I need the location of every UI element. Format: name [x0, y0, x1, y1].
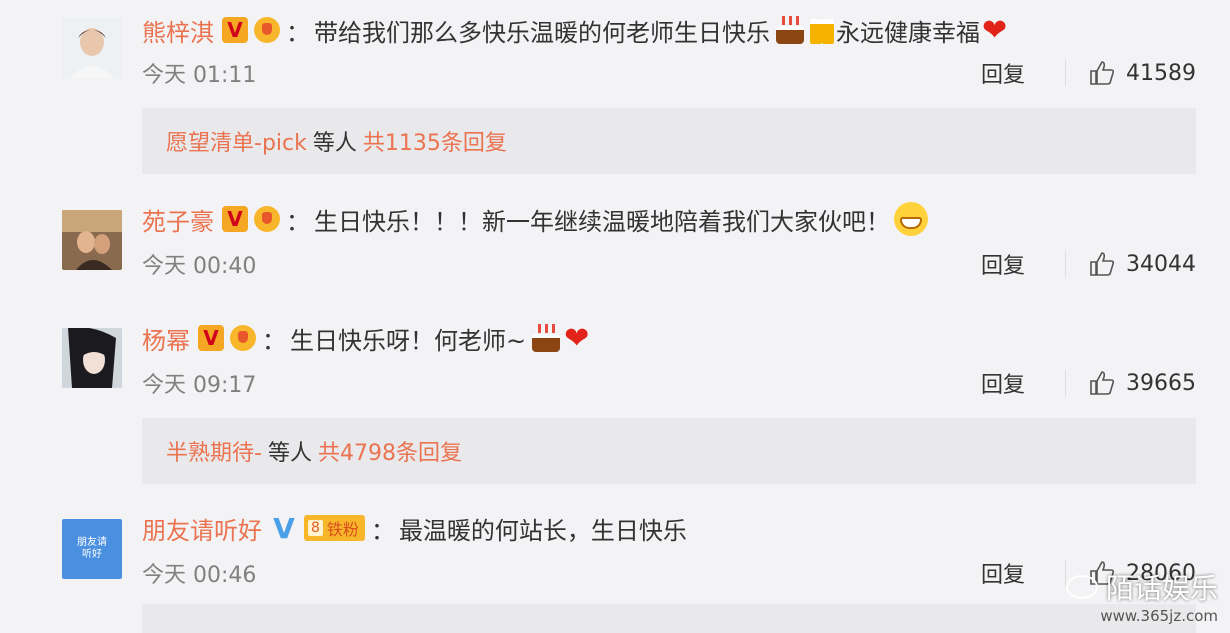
fan-level: 8: [308, 520, 323, 536]
comment-header: 杨幂 V ： 生日快乐呀！何老师~ ❤: [142, 320, 590, 356]
divider: [1065, 251, 1066, 277]
reply-username[interactable]: 愿望清单-pick: [166, 125, 307, 157]
avatar-text: 朋友请听好: [77, 537, 107, 560]
comment-footer: 今天 01:11 回复 41589: [142, 56, 1196, 90]
watermark-url: www.365jz.com: [1100, 607, 1218, 625]
comment-footer: 今天 09:17 回复 39665: [142, 366, 1196, 400]
avatar[interactable]: [62, 328, 122, 388]
replies-etc: 等人: [312, 131, 357, 156]
reply-button[interactable]: 回复: [981, 557, 1025, 589]
like-count: 41589: [1126, 60, 1196, 86]
thumbs-up-icon: [1090, 252, 1115, 276]
like-count: 34044: [1126, 251, 1196, 277]
comment-header: 朋友请听好 V 8 铁粉 ： 最温暖的何站长，生日快乐: [142, 511, 687, 546]
reply-username[interactable]: 半熟期待-: [166, 435, 262, 467]
avatar-image: [62, 210, 122, 270]
replies-count-link[interactable]: 共4798条回复: [318, 435, 462, 467]
divider: [1065, 60, 1066, 86]
comment-text-continued: 永远健康幸福: [836, 18, 980, 47]
like-button[interactable]: 34044: [1088, 250, 1196, 278]
fan-badge-icon: [254, 205, 280, 233]
comment-text: 生日快乐呀！何老师~: [290, 326, 527, 355]
timestamp: 今天 00:46: [142, 563, 257, 588]
verified-badge-icon: V: [222, 17, 248, 43]
comment-footer: 今天 00:40 回复 34044: [142, 247, 1196, 281]
like-button[interactable]: 41589: [1088, 59, 1196, 87]
like-count: 39665: [1126, 370, 1196, 396]
timestamp: 今天 01:11: [142, 63, 257, 88]
heart-emoji-icon: ❤: [564, 320, 590, 356]
thumbs-up-icon: [1090, 371, 1115, 395]
reply-button[interactable]: 回复: [981, 248, 1025, 280]
replies-summary[interactable]: [142, 604, 1196, 633]
comment-text: 带给我们那么多快乐温暖的何老师生日快乐: [314, 18, 770, 47]
reply-button[interactable]: 回复: [981, 57, 1025, 89]
comment-footer: 今天 00:46 回复 28060: [142, 556, 1196, 590]
watermark-logo-icon: [1065, 575, 1098, 599]
avatar[interactable]: [62, 210, 122, 270]
username[interactable]: 苑子豪: [142, 202, 214, 237]
verified-badge-icon: V: [198, 325, 224, 351]
verified-badge-icon: V: [222, 206, 248, 232]
comment-header: 熊梓淇 V ： 带给我们那么多快乐温暖的何老师生日快乐 永远健康幸福 ❤: [142, 12, 1008, 48]
username[interactable]: 杨幂: [142, 321, 190, 356]
fan-badge-icon: [230, 324, 256, 352]
avatar[interactable]: 朋友请听好: [62, 519, 122, 579]
timestamp: 今天 00:40: [142, 254, 257, 279]
replies-count-link[interactable]: 共1135条回复: [363, 125, 507, 157]
heart-emoji-icon: ❤: [982, 12, 1008, 48]
verified-badge-icon: V: [273, 511, 295, 545]
replies-etc: 等人: [267, 441, 312, 466]
avatar-image: [62, 18, 122, 78]
replies-summary[interactable]: 愿望清单-pick 等人 共1135条回复: [142, 108, 1196, 174]
iron-fan-badge: 8 铁粉: [304, 515, 365, 541]
replies-summary[interactable]: 半熟期待- 等人 共4798条回复: [142, 418, 1196, 484]
fan-badge-label: 铁粉: [326, 520, 359, 539]
username[interactable]: 朋友请听好: [142, 511, 262, 546]
watermark: 陌话娱乐 www.365jz.com: [1065, 567, 1218, 625]
avatar[interactable]: [62, 18, 122, 78]
comment-text: 生日快乐！！！新一年继续温暖地陪着我们大家伙吧！: [314, 207, 890, 236]
avatar-image: [62, 328, 122, 388]
cake-emoji-icon: [530, 324, 562, 352]
divider: [1065, 370, 1066, 396]
fan-badge-icon: [254, 16, 280, 44]
thumbs-up-icon: [1090, 61, 1115, 85]
like-button[interactable]: 39665: [1088, 369, 1196, 397]
comment-header: 苑子豪 V ： 生日快乐！！！新一年继续温暖地陪着我们大家伙吧！: [142, 201, 928, 237]
beer-emoji-icon: [808, 16, 836, 44]
cake-emoji-icon: [774, 16, 806, 44]
grin-emoji-icon: [894, 202, 928, 236]
timestamp: 今天 09:17: [142, 373, 257, 398]
username[interactable]: 熊梓淇: [142, 13, 214, 48]
reply-button[interactable]: 回复: [981, 367, 1025, 399]
comment-text: 最温暖的何站长，生日快乐: [398, 516, 687, 545]
watermark-text: 陌话娱乐: [1105, 572, 1218, 605]
